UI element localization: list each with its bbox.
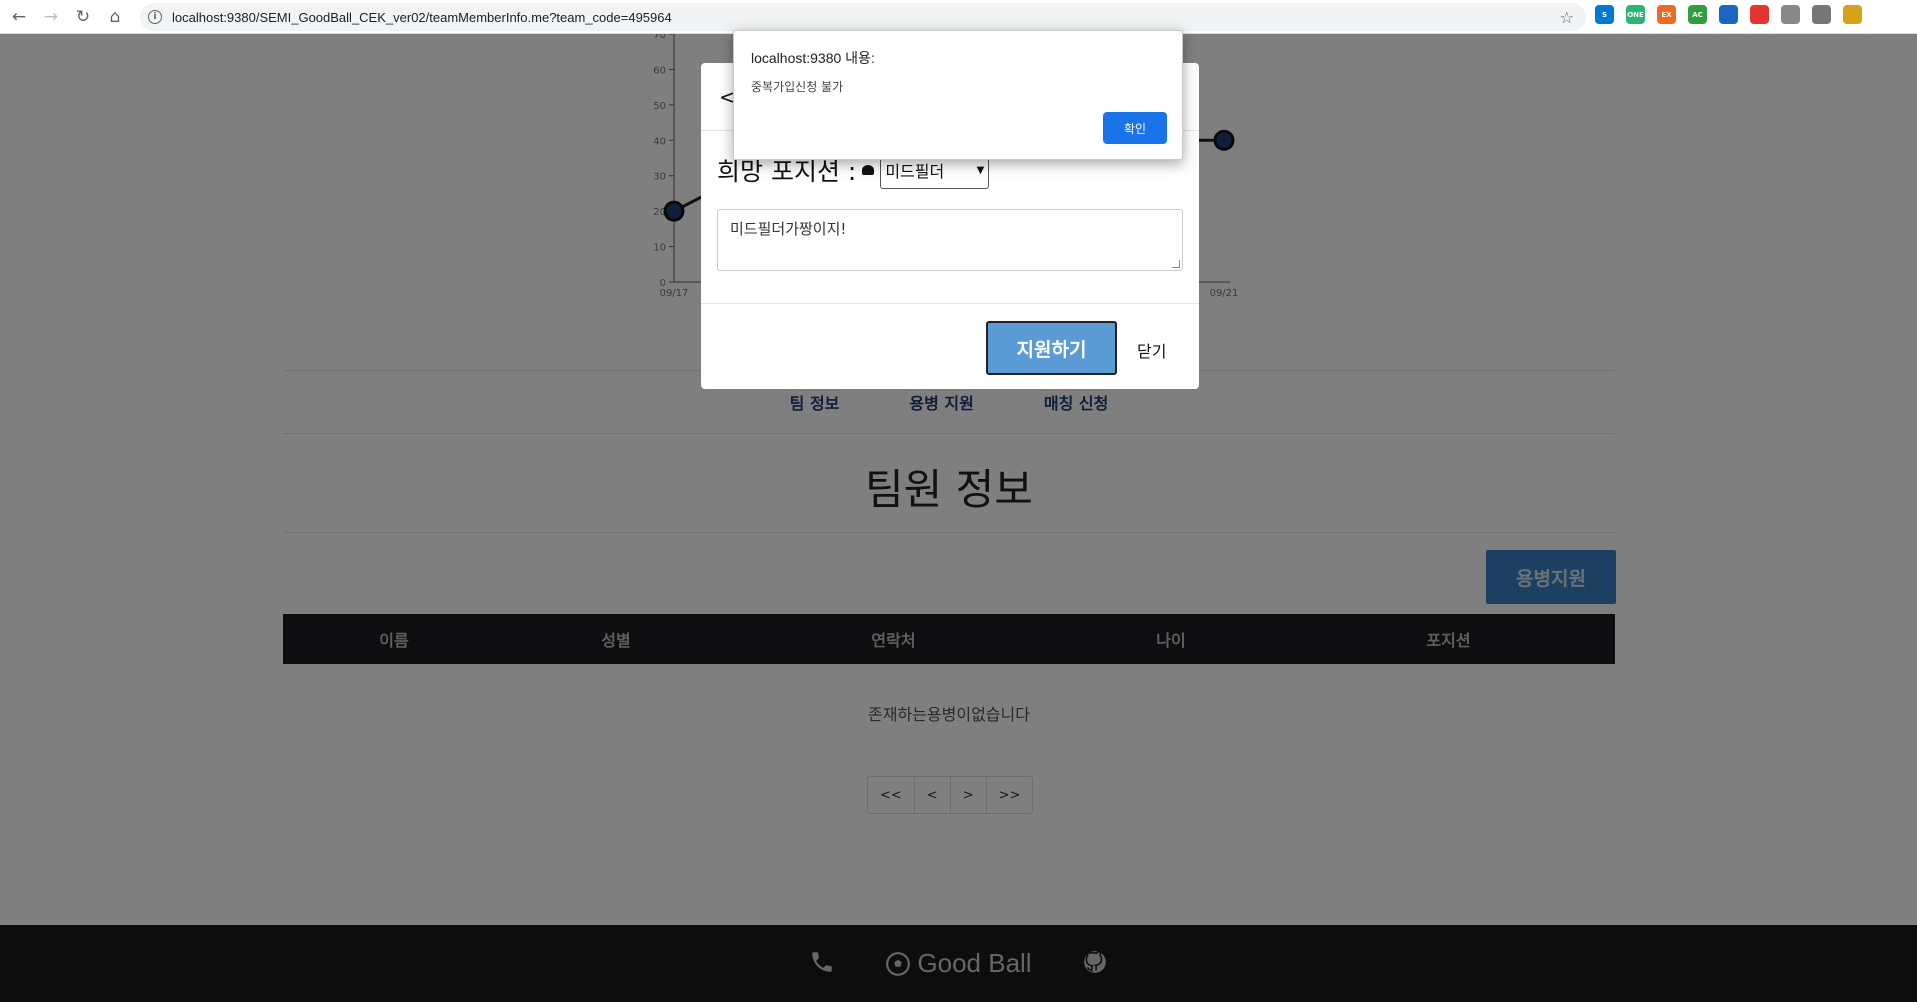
skype-icon[interactable]: S bbox=[1595, 5, 1614, 24]
reload-icon[interactable]: ↻ bbox=[70, 4, 96, 30]
one-tab-icon[interactable]: ONE bbox=[1626, 5, 1645, 24]
ext-blue-icon[interactable] bbox=[1719, 5, 1738, 24]
forward-arrow-icon[interactable]: → bbox=[38, 4, 64, 30]
address-bar[interactable]: i localhost:9380/SEMI_GoodBall_CEK_ver02… bbox=[140, 3, 1586, 31]
alert-title: localhost:9380 내용: bbox=[751, 50, 875, 66]
browser-toolbar: ← → ↻ ⌂ i localhost:9380/SEMI_GoodBall_C… bbox=[0, 0, 1917, 34]
profile-icon[interactable] bbox=[1843, 5, 1862, 24]
site-info-icon[interactable]: i bbox=[148, 10, 162, 24]
message-textarea[interactable]: 미드필더가짱이지! bbox=[717, 209, 1183, 271]
ext-orange-icon[interactable]: EX bbox=[1657, 5, 1676, 24]
color-picker-icon[interactable] bbox=[1750, 5, 1769, 24]
extensions-bar: S ONE EX AC bbox=[1595, 5, 1862, 24]
apply-button[interactable]: 지원하기 bbox=[986, 321, 1117, 375]
alert-dialog: localhost:9380 내용: 중복가입신청 불가 확인 bbox=[733, 30, 1183, 160]
screenshot-icon[interactable] bbox=[1781, 5, 1800, 24]
extensions-icon[interactable] bbox=[1812, 5, 1831, 24]
adblock-icon[interactable]: AC bbox=[1688, 5, 1707, 24]
alert-ok-button[interactable]: 확인 bbox=[1103, 112, 1167, 144]
bookmark-star-icon[interactable]: ☆ bbox=[1560, 8, 1574, 27]
home-icon[interactable]: ⌂ bbox=[102, 4, 128, 30]
back-arrow-icon[interactable]: ← bbox=[6, 4, 32, 30]
chevron-down-icon: ▼ bbox=[976, 164, 985, 176]
resize-grip-icon[interactable] bbox=[1172, 260, 1180, 268]
modal-footer: 지원하기 닫기 bbox=[701, 303, 1199, 389]
url-text[interactable]: localhost:9380/SEMI_GoodBall_CEK_ver02/t… bbox=[172, 10, 672, 25]
message-text: 미드필더가짱이지! bbox=[730, 220, 847, 238]
alert-message: 중복가입신청 불가 bbox=[751, 80, 844, 94]
position-marker-icon bbox=[862, 165, 875, 175]
position-select-value: 미드필더 bbox=[885, 162, 945, 181]
close-button[interactable]: 닫기 bbox=[1137, 338, 1166, 362]
